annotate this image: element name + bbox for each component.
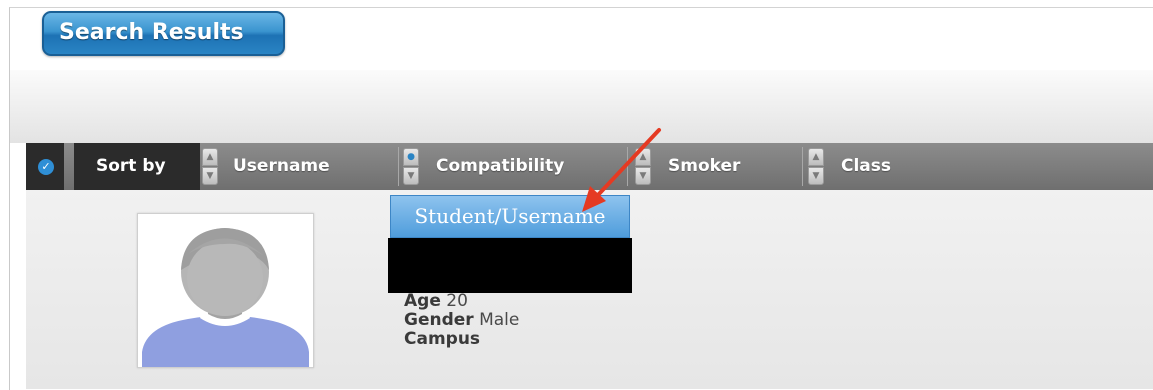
sort-up-icon[interactable]: ▲ [808, 148, 824, 166]
age-value: 20 [446, 291, 468, 311]
column-class[interactable]: Class [841, 143, 891, 190]
column-divider [627, 147, 628, 186]
select-all-cell[interactable]: ✓ [26, 143, 64, 190]
sort-down-icon[interactable]: ▼ [403, 167, 419, 185]
sort-arrows-compatibility[interactable]: ● ▼ [403, 148, 419, 186]
column-username[interactable]: Username [233, 143, 330, 190]
check-icon[interactable]: ✓ [38, 159, 54, 175]
sort-bar: ✓ Sort by ▲ ▼ Username ● ▼ Compatibility… [26, 143, 1153, 190]
column-smoker[interactable]: Smoker [668, 143, 740, 190]
avatar-placeholder-icon [138, 214, 313, 367]
sort-arrows-class[interactable]: ▲ ▼ [808, 148, 824, 186]
sort-arrows-smoker[interactable]: ▲ ▼ [635, 148, 651, 186]
gender-value: Male [479, 310, 520, 330]
column-divider [802, 147, 803, 186]
sort-down-icon[interactable]: ▼ [635, 167, 651, 185]
redacted-username [388, 238, 632, 293]
sort-arrows-username[interactable]: ▲ ▼ [202, 148, 218, 186]
sort-up-icon[interactable]: ▲ [635, 148, 651, 166]
search-results-title[interactable]: Search Results [42, 11, 285, 56]
sort-down-icon[interactable]: ▼ [202, 167, 218, 185]
header-band [10, 70, 1153, 143]
column-divider [398, 147, 399, 186]
sort-down-icon[interactable]: ▼ [808, 167, 824, 185]
age-label: Age [404, 291, 441, 311]
sort-by-label: Sort by [74, 143, 200, 190]
column-compatibility[interactable]: Compatibility [436, 143, 564, 190]
sort-dropdown-option[interactable]: Student/Username [390, 195, 630, 238]
campus-label: Campus [404, 329, 481, 349]
gender-label: Gender [404, 310, 474, 330]
result-details: Age 20 Gender Male Campus [404, 292, 519, 349]
avatar[interactable] [137, 213, 314, 368]
sort-up-icon[interactable]: ● [403, 148, 419, 166]
sort-up-icon[interactable]: ▲ [202, 148, 218, 166]
